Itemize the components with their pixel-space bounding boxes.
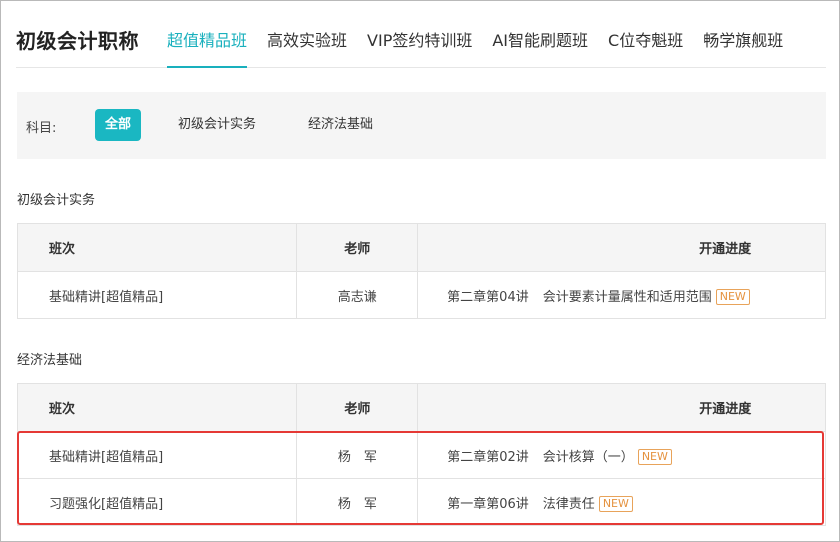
teacher-name: 高志谦 bbox=[296, 271, 419, 319]
col-header-class: 班次 bbox=[16, 383, 298, 432]
course-table-accounting: 班次 老师 开通进度 基础精讲[超值精品] 高志谦 第二章第04讲 会计要素计量属… bbox=[16, 223, 826, 319]
course-name[interactable]: 基础精讲[超值精品] bbox=[16, 431, 298, 479]
col-header-teacher: 老师 bbox=[296, 223, 419, 272]
table-header-row: 班次 老师 开通进度 bbox=[16, 223, 826, 272]
progress-cell[interactable]: 第一章第06讲 法律责任 NEW bbox=[417, 478, 826, 526]
header: 初级会计职称 超值精品班 高效实验班 VIP签约特训班 AI智能刷题班 C位夺魁… bbox=[16, 1, 826, 68]
subject-filter-bar: 科目: 全部 初级会计实务 经济法基础 bbox=[17, 92, 826, 159]
lecture-topic: 法律责任 bbox=[542, 496, 595, 512]
lecture-topic: 会计要素计量属性和适用范围 bbox=[542, 289, 712, 305]
lecture-number: 第二章第02讲 bbox=[447, 449, 529, 465]
course-type-tabs: 超值精品班 高效实验班 VIP签约特训班 AI智能刷题班 C位夺魁班 畅学旗舰班 bbox=[167, 27, 803, 68]
section-title-accounting: 初级会计实务 bbox=[17, 193, 96, 208]
col-header-teacher: 老师 bbox=[296, 383, 419, 432]
course-table-law: 班次 老师 开通进度 基础精讲[超值精品] 杨 军 第二章第02讲 会计核算（一）… bbox=[16, 383, 826, 526]
section-title-law: 经济法基础 bbox=[17, 353, 83, 368]
new-badge: NEW bbox=[715, 288, 750, 305]
page-title: 初级会计职称 bbox=[16, 29, 139, 53]
lecture-number: 第一章第06讲 bbox=[447, 496, 529, 512]
course-name[interactable]: 习题强化[超值精品] bbox=[16, 478, 298, 526]
progress-cell[interactable]: 第二章第04讲 会计要素计量属性和适用范围 NEW bbox=[417, 271, 826, 319]
table-header-row: 班次 老师 开通进度 bbox=[16, 383, 826, 432]
new-badge: NEW bbox=[598, 495, 633, 512]
subject-option-all[interactable]: 全部 bbox=[95, 109, 142, 141]
progress-cell[interactable]: 第二章第02讲 会计核算（一） NEW bbox=[417, 431, 826, 479]
col-header-progress: 开通进度 bbox=[417, 383, 826, 432]
teacher-name: 杨 军 bbox=[296, 478, 419, 526]
subject-filter-label: 科目: bbox=[26, 121, 57, 136]
tab-vip-training[interactable]: VIP签约特训班 bbox=[367, 27, 472, 68]
tab-efficient-lab[interactable]: 高效实验班 bbox=[267, 27, 347, 68]
teacher-name: 杨 军 bbox=[296, 431, 419, 479]
lecture-number: 第二章第04讲 bbox=[447, 289, 529, 305]
table-row[interactable]: 习题强化[超值精品] 杨 军 第一章第06讲 法律责任 NEW bbox=[16, 478, 826, 526]
tab-c-position[interactable]: C位夺魁班 bbox=[608, 27, 683, 68]
col-header-progress: 开通进度 bbox=[417, 223, 826, 272]
tab-ai-practice[interactable]: AI智能刷题班 bbox=[492, 27, 588, 68]
page-frame: 初级会计职称 超值精品班 高效实验班 VIP签约特训班 AI智能刷题班 C位夺魁… bbox=[0, 0, 840, 542]
course-name[interactable]: 基础精讲[超值精品] bbox=[16, 271, 298, 319]
new-badge: NEW bbox=[637, 448, 672, 465]
tab-flagship[interactable]: 畅学旗舰班 bbox=[703, 27, 783, 68]
subject-option-economic-law[interactable]: 经济法基础 bbox=[298, 109, 383, 141]
lecture-topic: 会计核算（一） bbox=[542, 449, 634, 465]
table-row[interactable]: 基础精讲[超值精品] 杨 军 第二章第02讲 会计核算（一） NEW bbox=[16, 431, 826, 479]
table-row[interactable]: 基础精讲[超值精品] 高志谦 第二章第04讲 会计要素计量属性和适用范围 NEW bbox=[16, 271, 826, 319]
tab-super-value[interactable]: 超值精品班 bbox=[167, 27, 248, 68]
subject-option-accounting-practice[interactable]: 初级会计实务 bbox=[168, 109, 266, 141]
col-header-class: 班次 bbox=[16, 223, 298, 272]
